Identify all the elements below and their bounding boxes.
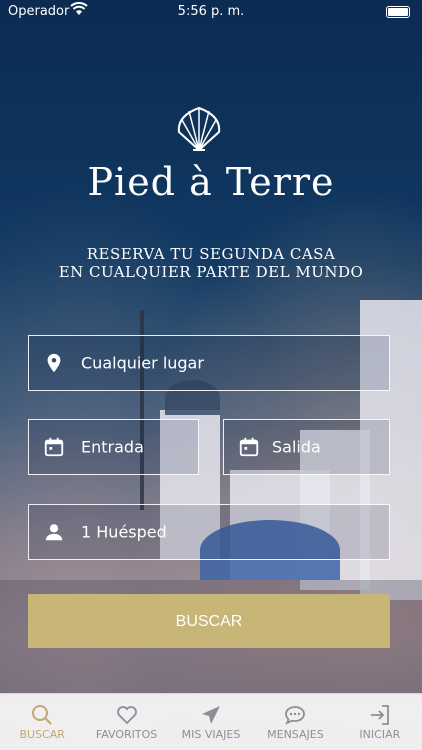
guests-field[interactable]: 1 Huésped (28, 504, 390, 560)
brand-name: Pied à Terre (87, 160, 335, 204)
login-icon (370, 705, 389, 725)
tab-iniciar[interactable]: INICIAR (338, 694, 422, 750)
airplane-icon (202, 706, 221, 724)
person-icon (45, 524, 63, 541)
checkin-label: Entrada (81, 437, 144, 457)
battery-icon (386, 6, 410, 18)
search-button[interactable]: BUSCAR (28, 594, 390, 648)
location-field[interactable]: Cualquier lugar (28, 335, 390, 391)
checkout-field[interactable]: Salida (223, 419, 390, 475)
checkout-label: Salida (272, 437, 321, 457)
checkin-field[interactable]: Entrada (28, 419, 199, 475)
location-placeholder: Cualquier lugar (81, 353, 204, 373)
tab-label: MENSAJES (267, 728, 324, 741)
calendar-icon (239, 437, 259, 457)
chat-icon (285, 706, 306, 725)
tagline: RESERVA TU SEGUNDA CASA EN CUALQUIER PAR… (0, 245, 422, 281)
calendar-icon (44, 437, 64, 457)
tab-label: BUSCAR (19, 728, 65, 741)
shell-logo-icon (177, 106, 221, 152)
tab-label: MIS VIAJES (181, 728, 241, 741)
tab-mensajes[interactable]: MENSAJES (253, 694, 337, 750)
search-icon (32, 705, 52, 725)
tab-buscar[interactable]: BUSCAR (0, 694, 84, 750)
tab-mis-viajes[interactable]: MIS VIAJES (169, 694, 253, 750)
heart-icon (116, 706, 137, 725)
tab-label: INICIAR (359, 728, 401, 741)
tagline-line2: EN CUALQUIER PARTE DEL MUNDO (58, 263, 364, 281)
guests-label: 1 Huésped (81, 522, 167, 542)
tab-bar: BUSCAR FAVORITOS MIS VIAJES MENSAJES INI… (0, 693, 422, 750)
location-pin-icon (47, 353, 61, 373)
status-bar: Operador 5:56 p. m. (0, 0, 422, 24)
tagline-line1: RESERVA TU SEGUNDA CASA (86, 245, 336, 263)
tab-label: FAVORITOS (95, 728, 158, 741)
status-time: 5:56 p. m. (177, 4, 245, 19)
tab-favoritos[interactable]: FAVORITOS (84, 694, 168, 750)
